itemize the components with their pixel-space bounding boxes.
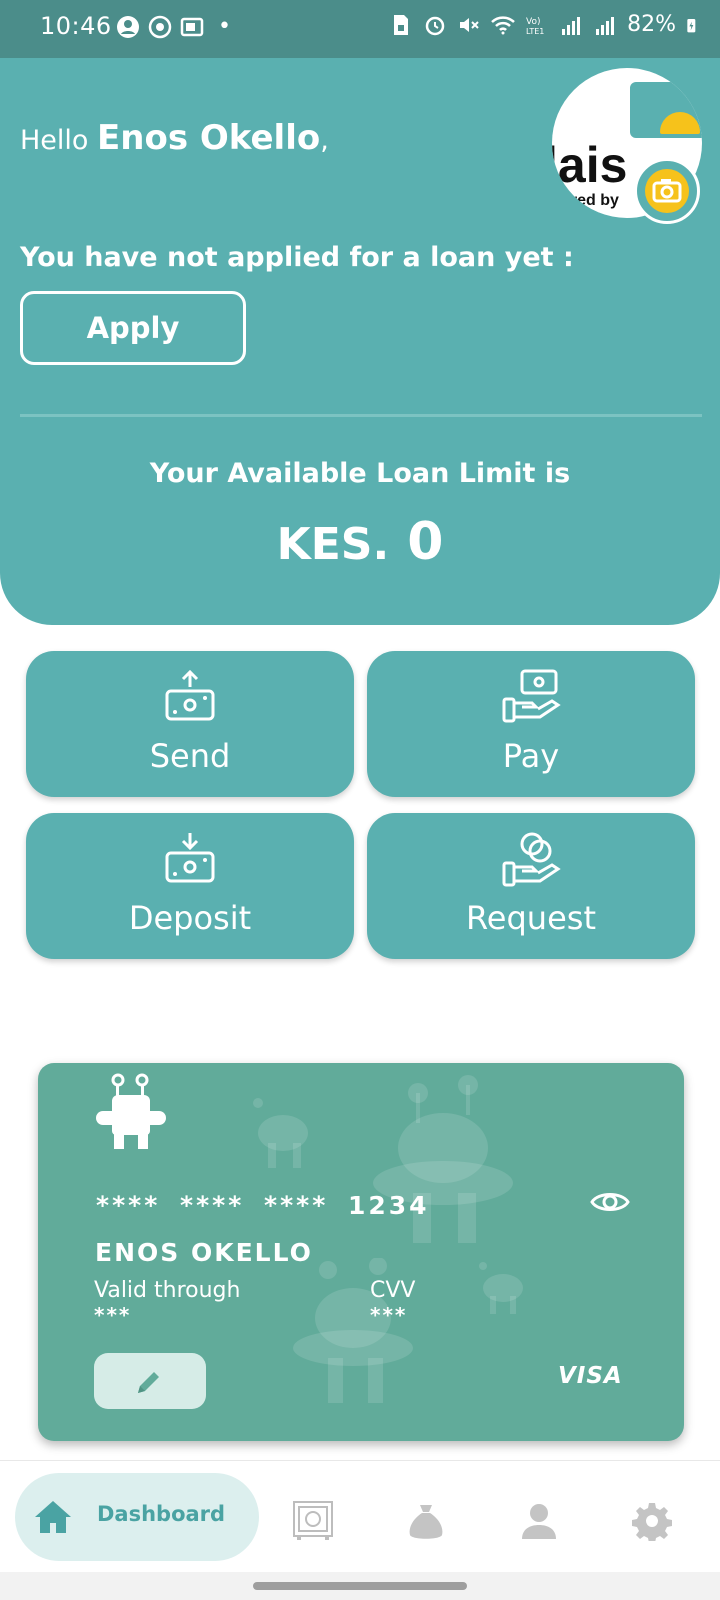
loan-status-notice: You have not applied for a loan yet :	[20, 242, 574, 273]
edit-card-button[interactable]	[94, 1353, 206, 1409]
vault-icon	[180, 17, 204, 36]
svg-text:Vo): Vo)	[526, 17, 540, 27]
gesture-bar	[0, 1572, 720, 1600]
request-label: Request	[466, 899, 596, 937]
home-indicator[interactable]	[253, 1582, 467, 1590]
send-button[interactable]: Send	[26, 651, 354, 797]
loan-header: Hello Enos Okello, lais ered by You have…	[0, 58, 720, 625]
cvv-label: CVV	[370, 1278, 416, 1303]
status-right-icons: Vo) LTE1 82%	[389, 12, 702, 37]
send-label: Send	[149, 737, 231, 775]
pencil-icon	[138, 1372, 159, 1393]
request-icon	[502, 832, 561, 887]
camera-icon	[652, 179, 682, 203]
battery-charging-icon	[687, 18, 696, 32]
status-dot: •	[218, 14, 231, 39]
nav-dashboard[interactable]: Dashboard	[15, 1473, 259, 1561]
pay-button[interactable]: Pay	[367, 651, 695, 797]
avatar-logo-text: lais	[552, 137, 628, 193]
card-logo-mascot-icon	[96, 1073, 166, 1149]
valid-through-label: Valid through	[94, 1278, 241, 1303]
sync-icon	[148, 15, 172, 38]
deposit-label: Deposit	[128, 899, 252, 937]
wifi-icon	[491, 15, 515, 34]
greeting: Hello Enos Okello,	[20, 118, 329, 158]
user-name: Enos Okello	[97, 118, 321, 158]
deposit-icon	[165, 833, 215, 883]
sim-icon	[394, 14, 409, 35]
card-watermark-mascot	[253, 1098, 308, 1168]
bottom-navigation: Dashboard	[0, 1460, 720, 1572]
valid-through-value: ***	[94, 1303, 132, 1327]
safe-icon[interactable]	[293, 1501, 333, 1541]
loan-limit-label: Your Available Loan Limit is	[149, 458, 571, 489]
status-bar: 10:46 • Vo) LTE1 82%	[0, 0, 720, 58]
virtual-card: **** **** **** 1234 ENOS OKELLO Valid th…	[38, 1063, 684, 1441]
account-icon	[117, 15, 139, 38]
currency: KES.	[276, 519, 390, 570]
signal-icon	[562, 16, 581, 35]
settings-icon[interactable]	[632, 1501, 672, 1541]
mute-icon	[460, 17, 479, 32]
person-icon[interactable]	[519, 1501, 559, 1541]
battery-percent: 82%	[627, 12, 676, 37]
home-icon	[35, 1501, 71, 1533]
send-money-icon	[165, 669, 215, 721]
signal-icon	[596, 16, 615, 35]
nav-dashboard-label: Dashboard	[97, 1502, 226, 1526]
show-card-details-icon[interactable]	[590, 1187, 630, 1217]
card-watermark-mascot	[479, 1262, 523, 1314]
card-number: **** **** **** 1234	[96, 1191, 430, 1220]
loan-limit-value: KES. 0	[0, 512, 720, 572]
avatar-logo-subtext: ered by	[562, 192, 619, 209]
status-left-icons: •	[116, 14, 231, 39]
request-button[interactable]: Request	[367, 813, 695, 959]
alarm-icon	[425, 16, 445, 35]
limit-amount: 0	[407, 512, 444, 572]
deposit-button[interactable]: Deposit	[26, 813, 354, 959]
status-time: 10:46	[40, 12, 112, 40]
pay-icon	[502, 669, 561, 723]
card-watermark-mascot	[293, 1258, 413, 1403]
change-photo-button[interactable]	[634, 158, 700, 224]
pay-label: Pay	[502, 737, 560, 775]
header-divider	[20, 414, 702, 417]
card-watermark-mascot	[373, 1075, 513, 1243]
card-holder-name: ENOS OKELLO	[95, 1238, 313, 1267]
svg-text:LTE1: LTE1	[526, 27, 544, 36]
apply-button[interactable]: Apply	[20, 291, 246, 365]
money-bag-icon[interactable]	[406, 1501, 446, 1541]
card-brand: VISA	[558, 1363, 623, 1389]
volte-icon: Vo)LTE1	[526, 17, 544, 36]
cvv-value: ***	[370, 1303, 408, 1327]
